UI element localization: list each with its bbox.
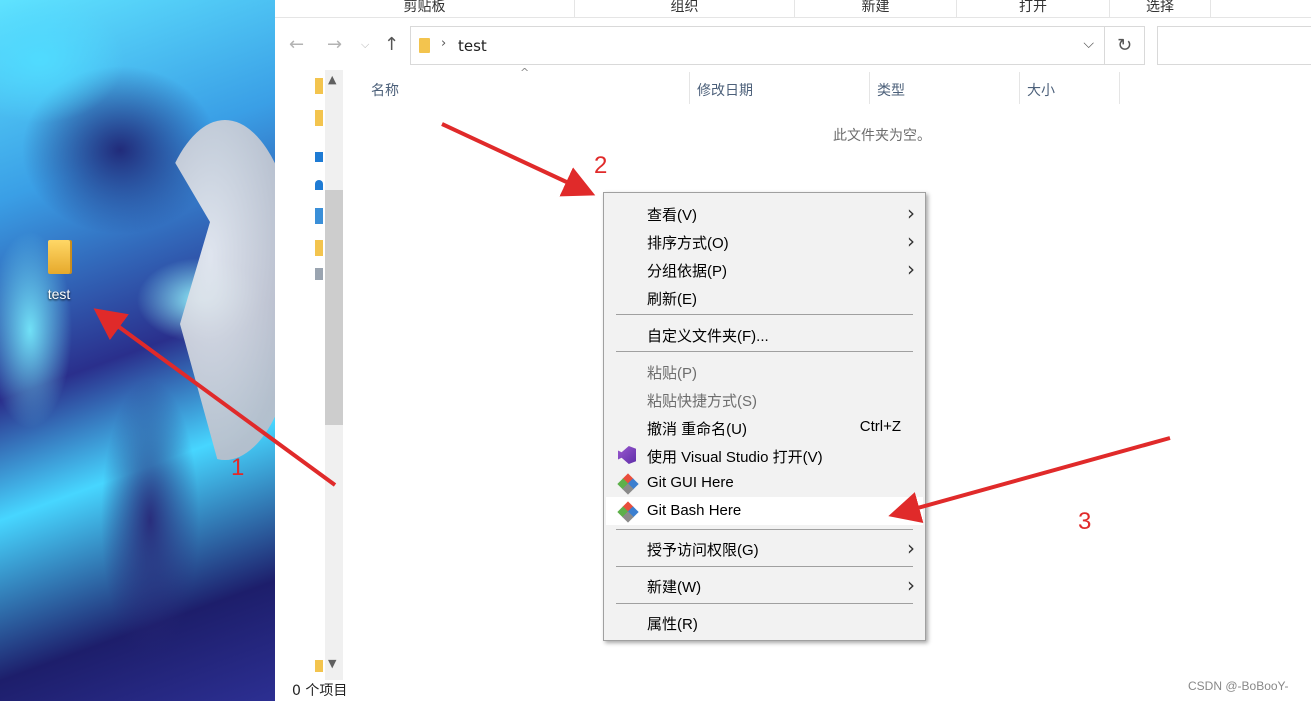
folder-icon[interactable] [315, 110, 323, 126]
scroll-thumb[interactable] [325, 190, 343, 425]
menu-item-label: 刷新(E) [647, 291, 697, 308]
menu-item-label: 粘贴(P) [647, 365, 697, 382]
ribbon-group-open: 打开 [957, 0, 1110, 18]
annotation-number-1: 1 [231, 454, 245, 481]
folder-icon [48, 240, 70, 274]
onedrive-icon[interactable] [315, 180, 323, 190]
context-menu: 查看(V) › 排序方式(O) › 分组依据(P) › 刷新(E) 自定义文件夹… [603, 192, 926, 641]
column-divider[interactable] [1019, 72, 1020, 104]
ribbon-group-new: 新建 [795, 0, 957, 18]
empty-folder-message: 此文件夹为空。 [833, 128, 931, 144]
menu-item-label: 分组依据(P) [647, 263, 727, 280]
menu-item-label: 查看(V) [647, 207, 697, 224]
menu-separator [616, 351, 913, 352]
menu-item-label: 自定义文件夹(F)... [647, 328, 769, 345]
menu-item-paste: 粘贴(P) [606, 357, 923, 385]
menu-item-label: 粘贴快捷方式(S) [647, 393, 757, 410]
menu-item-undo-rename[interactable]: 撤消 重命名(U) Ctrl+Z [606, 413, 923, 441]
refresh-button[interactable]: ↻ [1105, 26, 1145, 65]
address-row: ← → ⌵ ↑ › test ⌵ ↻ [275, 26, 1311, 66]
column-header-name[interactable]: 名称 [371, 80, 399, 100]
desktop-folder-test[interactable]: test [34, 240, 84, 302]
folder-icon[interactable] [315, 78, 323, 94]
menu-item-label: 撤消 重命名(U) [647, 421, 747, 438]
menu-item-git-gui-here[interactable]: Git GUI Here [606, 469, 923, 497]
navigation-pane: ▲ ▼ [275, 70, 347, 680]
menu-separator [616, 529, 913, 530]
chevron-down-icon[interactable]: ⌵ [1083, 36, 1094, 52]
menu-item-properties[interactable]: 属性(R) [606, 608, 923, 636]
menu-separator [616, 566, 913, 567]
ribbon-group-organize: 组织 [575, 0, 795, 18]
back-arrow-icon[interactable]: ← [289, 34, 304, 55]
menu-item-label: 属性(R) [647, 616, 698, 633]
menu-item-group-by[interactable]: 分组依据(P) › [606, 255, 923, 283]
column-header-modified[interactable]: 修改日期 [697, 80, 753, 100]
submenu-arrow-icon: › [907, 573, 915, 597]
menu-item-view[interactable]: 查看(V) › [606, 199, 923, 227]
status-item-count: 0 个项目 [292, 683, 348, 699]
menu-item-shortcut: Ctrl+Z [859, 418, 901, 435]
address-bar[interactable]: › test ⌵ [410, 26, 1105, 65]
column-header-type[interactable]: 类型 [877, 80, 905, 100]
watermark: CSDN @-BoBooY- [1188, 679, 1289, 693]
folder-icon[interactable] [315, 660, 323, 672]
submenu-arrow-icon: › [907, 229, 915, 253]
breadcrumb-separator-icon[interactable]: › [441, 36, 446, 51]
menu-separator [616, 603, 913, 604]
submenu-arrow-icon: › [907, 257, 915, 281]
desktop-wallpaper: test [0, 0, 275, 701]
recent-locations-chevron-icon[interactable]: ⌵ [361, 38, 369, 52]
menu-item-customize-folder[interactable]: 自定义文件夹(F)... [606, 320, 923, 348]
nav-scrollbar[interactable]: ▲ ▼ [325, 70, 343, 680]
menu-item-label: 排序方式(O) [647, 235, 729, 252]
visual-studio-icon [618, 446, 636, 464]
desktop-icon[interactable] [315, 152, 323, 162]
breadcrumb-test[interactable]: test [458, 37, 487, 55]
folder-icon[interactable] [315, 240, 323, 256]
git-icon [617, 473, 639, 495]
menu-item-label: Git GUI Here [647, 474, 734, 491]
menu-item-open-with-visual-studio[interactable]: 使用 Visual Studio 打开(V) [606, 441, 923, 469]
ribbon-group-clipboard: 剪贴板 [275, 0, 575, 18]
menu-item-new[interactable]: 新建(W) › [606, 571, 923, 599]
menu-item-label: Git Bash Here [647, 502, 742, 519]
drive-icon[interactable] [315, 268, 323, 280]
scroll-down-icon[interactable]: ▼ [328, 657, 336, 670]
ribbon-group-select: 选择 [1110, 0, 1211, 18]
menu-separator [616, 314, 913, 315]
forward-arrow-icon[interactable]: → [327, 34, 342, 55]
search-input[interactable] [1157, 26, 1311, 65]
desktop-folder-label: test [47, 286, 71, 302]
column-header-size[interactable]: 大小 [1027, 80, 1055, 100]
annotation-number-2: 2 [594, 152, 608, 179]
folder-icon [419, 38, 430, 53]
column-divider[interactable] [689, 72, 690, 104]
column-divider[interactable] [1119, 72, 1120, 104]
scroll-up-icon[interactable]: ▲ [328, 73, 336, 86]
menu-item-give-access-to[interactable]: 授予访问权限(G) › [606, 534, 923, 562]
column-divider[interactable] [869, 72, 870, 104]
git-icon [617, 501, 639, 523]
menu-item-paste-shortcut: 粘贴快捷方式(S) [606, 385, 923, 413]
sort-ascending-icon: ^ [520, 66, 530, 79]
refresh-icon: ↻ [1116, 35, 1133, 56]
menu-item-label: 新建(W) [647, 579, 702, 596]
download-icon[interactable] [315, 208, 323, 224]
up-arrow-icon[interactable]: ↑ [384, 34, 399, 55]
ribbon-group-labels: 剪贴板 组织 新建 打开 选择 [275, 0, 1311, 18]
wallpaper-moon-shape [150, 120, 275, 460]
annotation-number-3: 3 [1078, 508, 1092, 535]
menu-item-refresh[interactable]: 刷新(E) [606, 283, 923, 311]
menu-item-label: 授予访问权限(G) [647, 542, 759, 559]
submenu-arrow-icon: › [907, 201, 915, 225]
menu-item-git-bash-here[interactable]: Git Bash Here [606, 497, 923, 525]
submenu-arrow-icon: › [907, 536, 915, 560]
menu-item-sort-by[interactable]: 排序方式(O) › [606, 227, 923, 255]
menu-item-label: 使用 Visual Studio 打开(V) [647, 449, 823, 466]
